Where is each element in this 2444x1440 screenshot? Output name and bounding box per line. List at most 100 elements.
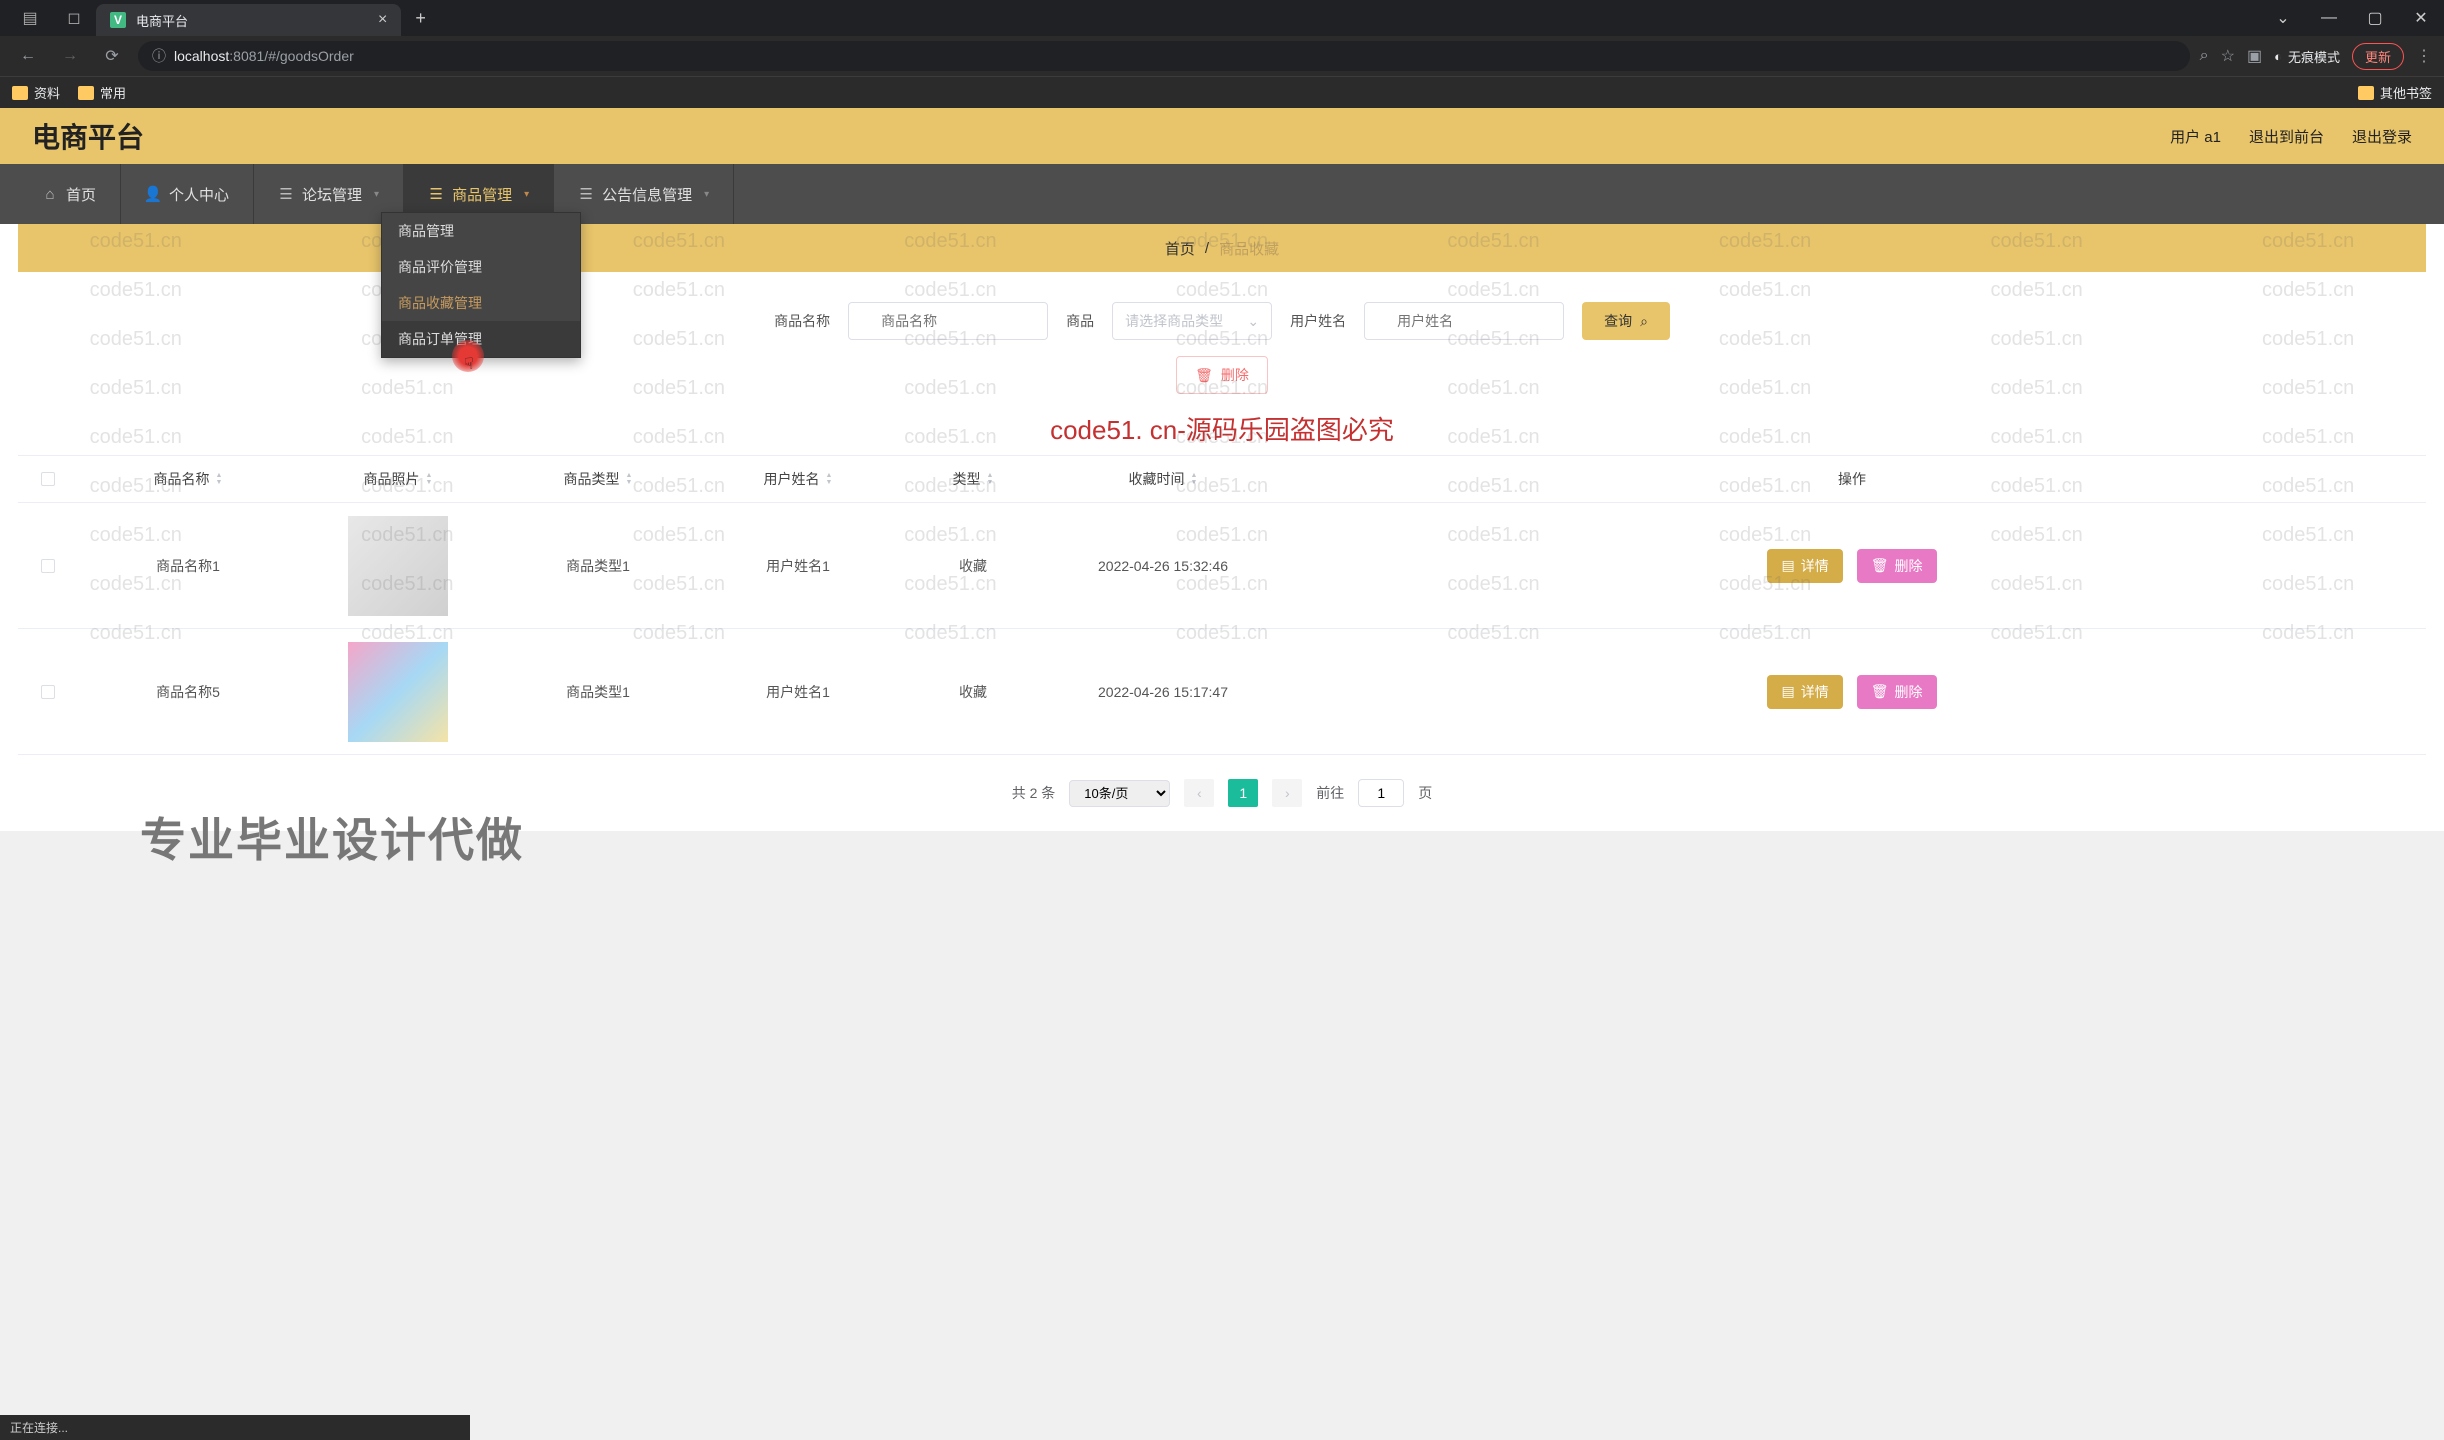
folder-icon [12, 86, 28, 100]
nav-profile[interactable]: 👤 个人中心 [121, 164, 254, 224]
new-tab-button[interactable]: + [415, 8, 426, 29]
th-category[interactable]: 类型 [953, 469, 981, 489]
row-checkbox[interactable] [41, 559, 55, 573]
row-delete-button[interactable]: 🗑 删除 [1857, 675, 1937, 709]
button-label: 删除 [1895, 556, 1923, 576]
nav-home[interactable]: ⌂ 首页 [18, 164, 121, 224]
window-controls: ⌄ ― ▢ ✕ [2260, 0, 2444, 36]
search-user-input[interactable] [1364, 302, 1564, 340]
th-action: 操作 [1838, 469, 1866, 489]
cell-type: 商品类型1 [498, 556, 698, 576]
th-name[interactable]: 商品名称 [154, 469, 210, 489]
cell-user: 用户姓名1 [698, 556, 898, 576]
trash-icon: 🗑 [1871, 683, 1889, 700]
page-jump-input[interactable] [1358, 779, 1404, 807]
nav-label: 公告信息管理 [602, 184, 692, 205]
sort-icon[interactable]: ▲▼ [987, 472, 994, 486]
bookmark-folder[interactable]: 常用 [78, 83, 126, 102]
dropdown-item-goods-review[interactable]: 商品评价管理 [382, 249, 580, 285]
sort-icon[interactable]: ▲▼ [216, 472, 223, 486]
detail-button[interactable]: ▤ 详情 [1767, 675, 1842, 709]
product-thumbnail[interactable] [348, 642, 448, 742]
button-label: 删除 [1895, 682, 1923, 702]
nav-notice[interactable]: ☰ 公告信息管理 ▾ [554, 164, 734, 224]
page-number-button[interactable]: 1 [1228, 779, 1258, 807]
pagination-total: 共 2 条 [1012, 783, 1056, 803]
window-icon[interactable]: ◻ [52, 4, 96, 32]
product-thumbnail[interactable] [348, 516, 448, 616]
panel-icon[interactable]: ▣ [2247, 46, 2262, 66]
breadcrumb-sep: / [1205, 240, 1209, 257]
search-type-label: 商品 [1066, 311, 1094, 331]
site-info-icon[interactable]: ⓘ [152, 46, 166, 66]
button-label: 删除 [1221, 365, 1249, 385]
sort-icon[interactable]: ▲▼ [426, 472, 433, 486]
dropdown-item-goods-manage[interactable]: 商品管理 [382, 213, 580, 249]
cell-time: 2022-04-26 15:17:47 [1048, 684, 1278, 700]
address-bar: ← → ⟳ ⓘ localhost:8081/#/goodsOrder ⌕ ☆ … [0, 36, 2444, 76]
cell-category: 收藏 [898, 682, 1048, 702]
forward-button: → [54, 40, 86, 72]
minimize-icon[interactable]: ― [2306, 0, 2352, 36]
button-label: 详情 [1801, 682, 1829, 702]
search-icon: ⌕ [1640, 313, 1648, 330]
chevron-down-icon[interactable]: ⌄ [2260, 0, 2306, 36]
key-icon[interactable]: ⌕ [2200, 47, 2209, 65]
star-icon[interactable]: ☆ [2221, 46, 2235, 66]
chevron-down-icon: ▾ [704, 189, 709, 200]
app-menu-icon[interactable]: ▤ [8, 4, 52, 32]
favicon-icon: V [110, 12, 126, 28]
close-icon[interactable]: × [378, 11, 387, 29]
breadcrumb-home[interactable]: 首页 [1165, 238, 1195, 259]
th-user[interactable]: 用户姓名 [764, 469, 820, 489]
search-name-input[interactable] [848, 302, 1048, 340]
reload-button[interactable]: ⟳ [96, 40, 128, 72]
dropdown-item-goods-favorite[interactable]: 商品收藏管理 [382, 285, 580, 321]
select-all-checkbox[interactable] [41, 472, 55, 486]
table-row: 商品名称1 商品类型1 用户姓名1 收藏 2022-04-26 15:32:46… [18, 503, 2426, 629]
maximize-icon[interactable]: ▢ [2352, 0, 2398, 36]
nav-label: 个人中心 [169, 184, 229, 205]
update-button[interactable]: 更新 [2352, 43, 2404, 70]
search-type-select[interactable]: 请选择商品类型 ⌄ [1112, 302, 1272, 340]
goods-dropdown: 商品管理 商品评价管理 商品收藏管理 商品订单管理 [381, 212, 581, 358]
sort-icon[interactable]: ▲▼ [1191, 472, 1198, 486]
data-table: 商品名称▲▼ 商品照片▲▼ 商品类型▲▼ 用户姓名▲▼ 类型▲▼ 收藏时间▲▼ … [18, 455, 2426, 755]
query-button[interactable]: 查询 ⌕ [1582, 302, 1670, 340]
url-input[interactable]: ⓘ localhost:8081/#/goodsOrder [138, 41, 2190, 71]
table-row: 商品名称5 商品类型1 用户姓名1 收藏 2022-04-26 15:17:47… [18, 629, 2426, 755]
breadcrumb: 首页 / 商品收藏 [18, 224, 2426, 272]
incognito-icon: ◐ [2274, 49, 2282, 64]
page-size-select[interactable]: 10条/页 [1069, 780, 1170, 807]
bookmark-folder[interactable]: 资料 [12, 83, 60, 102]
menu-kebab-icon[interactable]: ⋮ [2416, 46, 2432, 66]
page-next-button[interactable]: › [1272, 779, 1302, 807]
nav-label: 论坛管理 [302, 184, 362, 205]
user-label[interactable]: 用户 a1 [2170, 126, 2221, 147]
doc-icon: ▤ [1781, 557, 1794, 574]
doc-icon: ▤ [1781, 683, 1794, 700]
bookmark-label: 其他书签 [2380, 83, 2432, 102]
th-time[interactable]: 收藏时间 [1129, 469, 1185, 489]
row-delete-button[interactable]: 🗑删除 [1857, 549, 1937, 583]
other-bookmarks[interactable]: 其他书签 [2358, 83, 2432, 102]
batch-delete-button[interactable]: 🗑 删除 [1176, 356, 1268, 394]
user-icon: 👤 [145, 186, 161, 202]
th-type[interactable]: 商品类型 [564, 469, 620, 489]
back-button[interactable]: ← [12, 40, 44, 72]
bookmark-label: 常用 [100, 83, 126, 102]
back-to-front-link[interactable]: 退出到前台 [2249, 126, 2324, 147]
row-checkbox[interactable] [41, 685, 55, 699]
page-content: code51.cncode51.cncode51.cncode51.cncode… [0, 108, 2444, 831]
page-prev-button[interactable]: ‹ [1184, 779, 1214, 807]
detail-button[interactable]: ▤详情 [1767, 549, 1842, 583]
watermark-banner: code51. cn-源码乐园盗图必究 [18, 410, 2426, 447]
url-path: :8081/#/goodsOrder [229, 48, 354, 64]
logout-link[interactable]: 退出登录 [2352, 126, 2412, 147]
th-photo[interactable]: 商品照片 [364, 469, 420, 489]
close-window-icon[interactable]: ✕ [2398, 0, 2444, 36]
bookmark-bar: 资料 常用 其他书签 [0, 76, 2444, 108]
browser-tab[interactable]: V 电商平台 × [96, 4, 401, 36]
sort-icon[interactable]: ▲▼ [826, 472, 833, 486]
sort-icon[interactable]: ▲▼ [626, 472, 633, 486]
